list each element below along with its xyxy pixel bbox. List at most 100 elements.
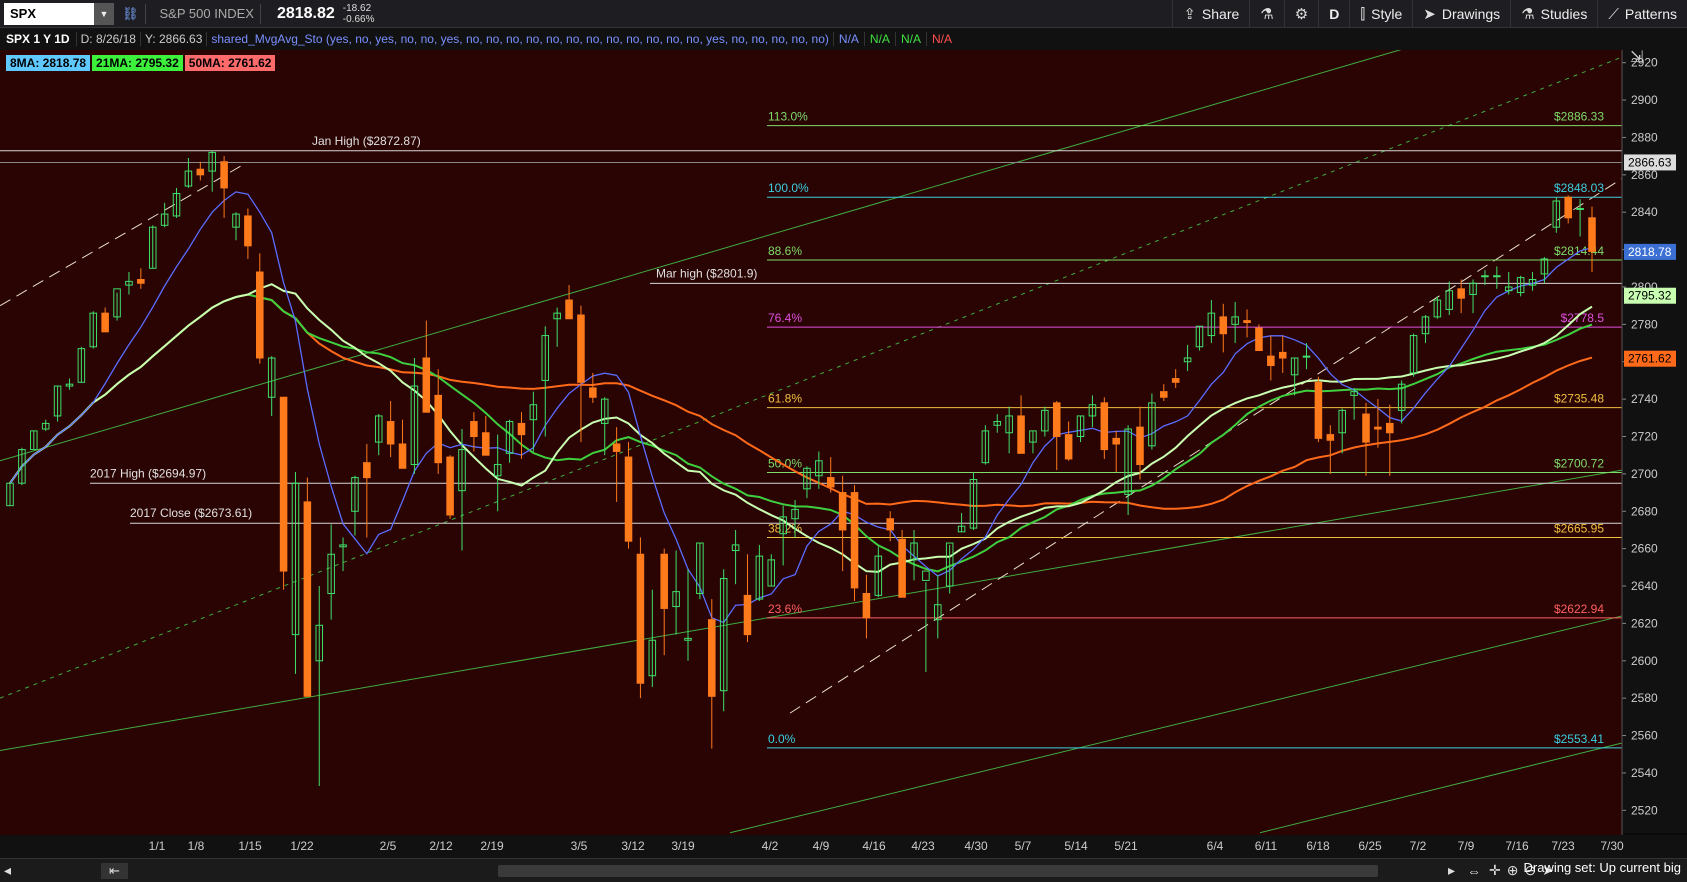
date-tick-label: 5/7	[1015, 839, 1032, 853]
candle-body	[850, 492, 859, 589]
price-badge-label: 2795.32	[1628, 289, 1672, 303]
price-change: -18.62 -0.66%	[343, 3, 375, 25]
fib-percent-label: 100.0%	[768, 181, 809, 195]
date-tick-label: 3/12	[621, 839, 645, 853]
zoom-in-icon[interactable]: ⊕	[1507, 862, 1519, 879]
date-tick-label: 7/16	[1505, 839, 1529, 853]
price-tick-label: 2620	[1631, 616, 1658, 630]
annotation-label: Jan High ($2872.87)	[312, 134, 421, 148]
candle-body	[1576, 207, 1584, 210]
price-tick-label: 2640	[1631, 579, 1658, 593]
candle-body	[244, 215, 252, 247]
pattern-icon: ⟋	[1608, 5, 1619, 23]
bottom-bar: ◂ ⇤ ▸ ⇔ ✛ ⊕ ⊖ ➤	[0, 858, 1687, 882]
patterns-button[interactable]: ⟋ Patterns	[1597, 0, 1687, 28]
patterns-label: Patterns	[1624, 6, 1677, 22]
flask-icon: ⚗	[1260, 6, 1274, 23]
candle-body	[708, 619, 716, 697]
price-chart[interactable]: 113.0% $2886.33100.0% $2848.0388.6% $2814.4…	[0, 50, 1687, 858]
share-button[interactable]: ⇪ Share	[1172, 0, 1249, 28]
price-badge-label: 2761.62	[1628, 352, 1672, 366]
candle-body	[517, 422, 526, 436]
date-tick-label: 4/23	[911, 839, 935, 853]
candle-body	[1052, 402, 1061, 438]
style-icon: ⫿	[1360, 5, 1366, 23]
fib-price-label: $2886.33	[1554, 110, 1604, 124]
toolbar-actions: ⇪ Share ⚗ ⚙ D ⫿ Style ➤ Drawings ⚗ Studies ⟋…	[1172, 0, 1687, 28]
candle-body	[220, 161, 228, 189]
annotation-label: 2017 High ($2694.97)	[90, 466, 206, 480]
toolbar-divider	[259, 3, 261, 24]
study-label[interactable]: shared_MvgAvg_Sto (yes, no, yes, no, no,…	[206, 32, 833, 46]
candle-body	[862, 593, 871, 619]
price-tick-label: 2660	[1631, 542, 1658, 556]
drawing-set-label[interactable]: Drawing set: Up current big	[1523, 860, 1681, 875]
scroll-left-icon[interactable]: ◂	[4, 862, 11, 879]
annotation-label: Mar high ($2801.9)	[656, 266, 757, 280]
expand-icon[interactable]: ⇔	[1467, 863, 1481, 879]
price-badge-label: 2818.78	[1628, 245, 1672, 259]
settings-button[interactable]: ⚙	[1283, 0, 1318, 28]
candle-body	[1386, 422, 1394, 434]
date-tick-label: 4/9	[813, 839, 830, 853]
annotation-label: 2017 Close ($2673.61)	[130, 506, 252, 520]
price-tick-label: 2700	[1631, 467, 1658, 481]
candle-body	[1278, 351, 1287, 359]
toolbar-divider	[144, 3, 146, 24]
legend-50ma: 50MA: 2761.62	[184, 55, 276, 71]
study-value-3: N/A	[894, 32, 926, 46]
candle-body	[1362, 413, 1370, 443]
pan-button[interactable]: ⇤	[101, 862, 128, 879]
date-tick-label: 2/19	[480, 839, 504, 853]
candle-body	[1219, 316, 1228, 335]
symbol-selector[interactable]: SPX ▼	[4, 2, 114, 25]
top-toolbar: SPX ▼ ⛓ S&P 500 INDEX 2818.82 -18.62 -0.…	[0, 0, 1687, 28]
fib-price-label: $2553.41	[1554, 732, 1604, 746]
candle-body	[196, 168, 205, 176]
candle-body	[660, 553, 668, 609]
fib-percent-label: 88.6%	[768, 244, 802, 258]
date-tick-label: 1/1	[149, 839, 166, 853]
fib-price-label: $2735.48	[1554, 392, 1604, 406]
drawings-label: Drawings	[1441, 6, 1501, 22]
price-tick-label: 2900	[1631, 93, 1658, 107]
date-tick-label: 4/16	[862, 839, 886, 853]
drawings-button[interactable]: ➤ Drawings	[1412, 0, 1510, 28]
candle-body	[886, 518, 894, 531]
candle-body	[386, 421, 395, 445]
symbol-period: SPX 1 Y 1D	[6, 32, 70, 46]
price-tick-label: 2740	[1631, 392, 1658, 406]
legend-21ma: 21MA: 2795.32	[92, 55, 183, 71]
price-tick-label: 2520	[1631, 803, 1658, 817]
axis-settings-icon[interactable]: ⇲	[1630, 50, 1643, 66]
candle-body	[363, 462, 371, 479]
style-button[interactable]: ⫿ Style	[1349, 0, 1412, 28]
studies-button[interactable]: ⚗ Studies	[1510, 0, 1597, 28]
date-tick-label: 7/9	[1458, 839, 1475, 853]
candle-body	[565, 299, 573, 320]
change-percent: -0.66%	[342, 13, 375, 25]
flask-button[interactable]: ⚗	[1249, 0, 1283, 28]
candle-body	[1302, 355, 1311, 358]
date-tick-label: 1/22	[290, 839, 314, 853]
date-tick-label: 5/14	[1064, 839, 1088, 853]
candle-body	[470, 421, 478, 437]
candle-body	[1100, 402, 1109, 451]
candle-body	[434, 394, 442, 464]
price-tick-label: 2880	[1631, 130, 1658, 144]
crosshair-icon[interactable]: ✛	[1489, 862, 1501, 879]
period-button[interactable]: D	[1318, 0, 1349, 28]
candle-body	[1243, 320, 1251, 323]
share-label: Share	[1201, 6, 1240, 22]
fib-price-label: $2622.94	[1554, 602, 1604, 616]
date-tick-label: 6/18	[1306, 839, 1330, 853]
candle-body	[1588, 217, 1596, 252]
chevron-down-icon[interactable]: ▼	[94, 2, 114, 25]
date-tick-label: 2/5	[380, 839, 397, 853]
link-icon[interactable]: ⛓	[122, 6, 139, 22]
horizontal-scrollbar[interactable]	[497, 864, 1378, 877]
price-tick-label: 2840	[1631, 205, 1658, 219]
candle-body	[1457, 288, 1465, 299]
scroll-right-icon[interactable]: ▸	[1448, 862, 1455, 879]
flask-icon: ⚗	[1521, 6, 1535, 23]
